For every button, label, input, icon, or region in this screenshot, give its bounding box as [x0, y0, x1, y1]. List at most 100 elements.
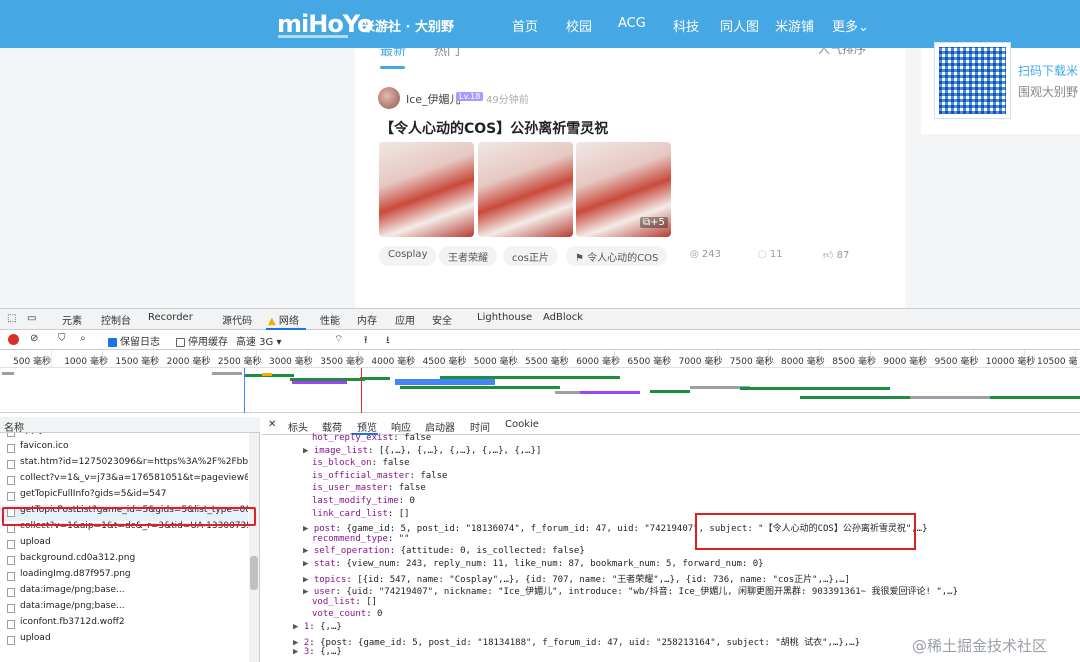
name-column-header[interactable]: 名称 [0, 417, 260, 434]
expand-arrow-icon[interactable]: ▶ [293, 647, 304, 657]
json-value: : [{,…}, {,…}, {,…}, {,…}, {,…}] [368, 445, 542, 456]
json-line[interactable]: ▶ stat: {view_num: 243, reply_num: 11, l… [303, 559, 764, 569]
filter-icon[interactable]: ⛉ [58, 333, 66, 344]
json-line[interactable]: ▶ self_operation: {attitude: 0, is_colle… [303, 546, 585, 556]
json-line[interactable]: ▶ topics: [{id: 547, name: "Cosplay",…},… [303, 572, 851, 585]
request-row[interactable]: app.js [0, 433, 248, 441]
devtools-tab-memory[interactable]: 内存 [357, 312, 377, 327]
request-row[interactable]: background.cd0a312.png [0, 553, 248, 569]
timeline-tick-label: 6000 毫秒 [576, 357, 620, 367]
request-row[interactable]: collect?v=1&_v=j73&a=176581051&t=pagevie… [0, 473, 248, 489]
json-line: last_modify_time: 0 [312, 496, 415, 506]
record-button[interactable] [8, 334, 19, 345]
expand-arrow-icon[interactable]: ▶ [303, 575, 314, 585]
request-row[interactable]: favicon.ico [0, 441, 248, 457]
mihoyo-logo[interactable]: miHoYo [277, 10, 373, 38]
nav-shop[interactable]: 米游铺 [775, 16, 814, 35]
nav-fanart[interactable]: 同人图 [720, 16, 759, 35]
detail-tab-preview[interactable]: 预览 [357, 419, 377, 434]
file-icon [7, 620, 15, 629]
devtools-tab-security[interactable]: 安全 [432, 312, 452, 327]
json-line[interactable]: ▶ 1: {,…} [293, 622, 342, 632]
request-row[interactable]: getTopicFullInfo?gids=5&id=547 [0, 489, 248, 505]
tag-honor-of-kings[interactable]: 王者荣耀 [439, 246, 497, 266]
json-line[interactable]: ▶ user: {uid: "74219407", nickname: "Ice… [303, 584, 958, 597]
devtools-tab-adblock[interactable]: AdBlock [543, 312, 583, 323]
request-row[interactable]: iconfont.fb3712d.woff2 [0, 617, 248, 633]
detail-tab-headers[interactable]: 标头 [288, 419, 308, 434]
detail-tab-timing[interactable]: 时间 [470, 419, 490, 434]
import-icon[interactable]: ⭱ [364, 333, 368, 350]
nav-acg[interactable]: ACG [618, 16, 646, 31]
devtools-tab-lighthouse[interactable]: Lighthouse [477, 312, 532, 323]
devtools-tab-recorder[interactable]: Recorder [148, 312, 193, 323]
devtools-tab-console[interactable]: 控制台 [101, 312, 131, 327]
throttle-select[interactable]: 高速 3G ▾ [236, 333, 282, 348]
network-overview-timeline[interactable] [0, 368, 1080, 413]
device-toolbar-icon[interactable]: ▭ [27, 313, 36, 324]
post-title[interactable]: 【令人心动的COS】公孙离祈雪灵祝 [380, 118, 608, 138]
request-name: app.js [20, 433, 47, 435]
like-count[interactable]: 👍︎ 87 [823, 249, 849, 261]
devtools-tab-performance[interactable]: 性能 [320, 312, 340, 327]
nav-home[interactable]: 首页 [512, 16, 538, 35]
request-name: getTopicFullInfo?gids=5&id=547 [20, 489, 167, 499]
scrollbar-thumb[interactable] [250, 556, 258, 590]
tag-cosplay[interactable]: Cosplay [379, 246, 437, 266]
post-image-1[interactable] [379, 142, 474, 237]
json-value: : [{id: 547, name: "Cosplay",…}, {id: 70… [346, 574, 851, 585]
site-name[interactable]: 米游社 · 大别野 [362, 16, 454, 35]
devtools-tab-application[interactable]: 应用 [395, 312, 415, 327]
request-list-scrollbar[interactable] [249, 433, 259, 662]
expand-arrow-icon[interactable]: ▶ [303, 546, 314, 556]
request-row[interactable]: upload [0, 633, 248, 649]
json-line[interactable]: ▶ image_list: [{,…}, {,…}, {,…}, {,…}, {… [303, 445, 542, 456]
preserve-log-checkbox[interactable]: 保留日志 [108, 333, 160, 348]
tag-cos-photo[interactable]: cos正片 [503, 246, 558, 266]
request-name: data:image/png;base... [20, 601, 125, 611]
timeline-tick-label: 6500 毫秒 [627, 357, 672, 367]
detail-tab-initiator[interactable]: 启动器 [425, 419, 455, 434]
detail-tab-cookie[interactable]: Cookie [505, 419, 539, 430]
file-icon [7, 476, 15, 485]
detail-tab-payload[interactable]: 载荷 [322, 419, 342, 434]
close-icon[interactable]: ✕ [268, 419, 276, 430]
qr-download-text[interactable]: 扫码下载米 [1018, 62, 1078, 79]
clear-icon[interactable]: ⊘ [30, 333, 38, 344]
devtools-tab-elements[interactable]: 元素 [62, 312, 82, 327]
devtools-tab-network[interactable]: ▲ 网络 [268, 312, 299, 327]
expand-arrow-icon[interactable]: ▶ [293, 622, 304, 632]
post-author[interactable]: Ice_伊媚儿 [406, 91, 461, 107]
tag-topic[interactable]: ⚑ 令人心动的COS [566, 246, 668, 266]
request-row[interactable]: data:image/png;base... [0, 601, 248, 617]
avatar[interactable] [378, 87, 400, 109]
highlight-box-request [2, 507, 256, 526]
json-line[interactable]: ▶ 2: {post: {game_id: 5, post_id: "18134… [293, 635, 860, 648]
reply-count[interactable]: ◌ 11 [758, 249, 783, 260]
expand-arrow-icon[interactable]: ▶ [303, 587, 314, 597]
expand-arrow-icon[interactable]: ▶ [303, 559, 314, 569]
search-icon[interactable]: ⌕ [80, 333, 86, 344]
request-row[interactable]: upload [0, 537, 248, 553]
expand-arrow-icon[interactable]: ▶ [303, 524, 314, 534]
json-value: : false [387, 483, 426, 494]
detail-tab-response[interactable]: 响应 [391, 419, 411, 434]
disable-cache-checkbox[interactable]: 停用缓存 [176, 333, 228, 348]
comment-icon: ◌ [758, 249, 770, 260]
post-image-2[interactable] [478, 142, 573, 237]
nav-tech[interactable]: 科技 [673, 16, 699, 35]
wifi-settings-icon[interactable]: ⌔ [334, 333, 343, 346]
expand-arrow-icon[interactable]: ▶ [293, 638, 304, 648]
inspect-icon[interactable]: ⬚ [7, 313, 16, 324]
nav-more[interactable]: 更多⌄ [832, 16, 869, 35]
file-icon [7, 540, 15, 549]
export-icon[interactable]: ⭳ [386, 333, 390, 350]
request-row[interactable]: data:image/png;base... [0, 585, 248, 601]
level-badge: Lv.18 [456, 92, 484, 101]
json-line[interactable]: ▶ 3: {,…} [293, 647, 342, 657]
request-row[interactable]: loadingImg.d87f957.png [0, 569, 248, 585]
request-row[interactable]: stat.htm?id=1275023096&r=https%3A%2F%2Fb… [0, 457, 248, 473]
devtools-tab-sources[interactable]: 源代码 [222, 312, 252, 327]
expand-arrow-icon[interactable]: ▶ [303, 446, 314, 456]
nav-campus[interactable]: 校园 [566, 16, 592, 35]
